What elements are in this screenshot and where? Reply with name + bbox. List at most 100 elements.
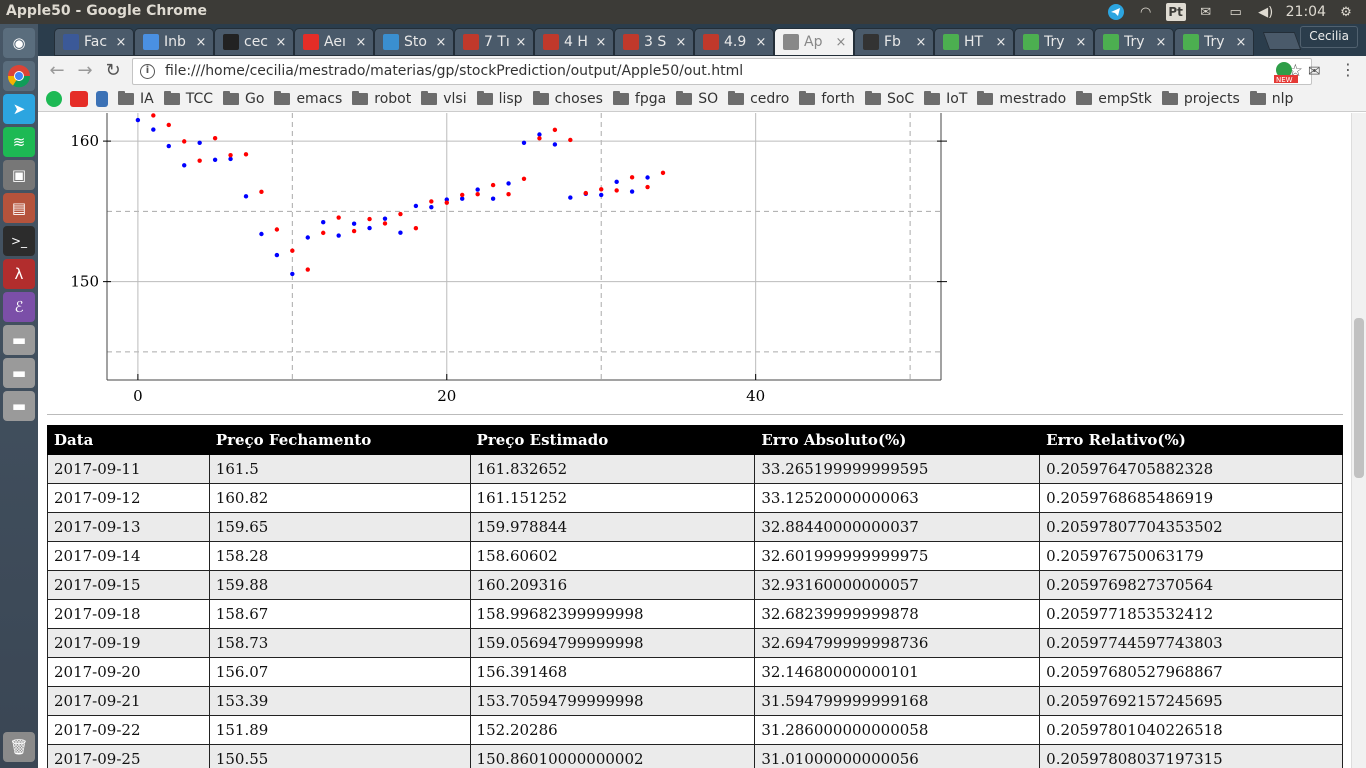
address-bar[interactable]: i file:///home/cecilia/mestrado/materias… [132, 58, 1312, 85]
folder-icon [924, 90, 941, 105]
close-tab-icon[interactable]: × [513, 35, 529, 50]
terminal-icon[interactable]: >_ [3, 226, 35, 256]
close-tab-icon[interactable]: × [673, 35, 689, 50]
racket-icon [703, 34, 719, 50]
bookmark-folder[interactable]: SO [676, 90, 718, 107]
close-tab-icon[interactable]: × [993, 35, 1009, 50]
close-tab-icon[interactable]: × [353, 35, 369, 50]
scroll-thumb[interactable] [1354, 318, 1364, 478]
extension-icon[interactable]: ✉ [1308, 62, 1321, 80]
tab[interactable]: 3 S × [614, 28, 694, 56]
folder-icon [1161, 90, 1178, 105]
close-tab-icon[interactable]: × [433, 35, 449, 50]
close-tab-icon[interactable]: × [833, 35, 849, 50]
bookmark-folder[interactable]: fpga [612, 90, 666, 107]
emacs-icon[interactable]: ℰ [3, 292, 35, 322]
new-tab-button[interactable] [1262, 32, 1302, 50]
racket-icon[interactable]: λ [3, 259, 35, 289]
trash-icon[interactable]: 🗑 [3, 732, 35, 762]
menu-icon[interactable]: ⋮ [1340, 60, 1356, 79]
table-cell: 32.601999999999975 [754, 541, 1041, 571]
spotify-bookmark-icon[interactable] [46, 90, 62, 107]
data-point [475, 192, 480, 197]
bookmark-folder[interactable]: Go [223, 90, 264, 107]
ubuntu-dash-icon[interactable]: ◉ [3, 28, 35, 58]
drive-icon[interactable]: ▬ [3, 358, 35, 388]
tab[interactable]: cec × [214, 28, 294, 56]
tab[interactable]: Try × [1174, 28, 1254, 56]
mail-icon[interactable]: ✉ [1196, 3, 1216, 21]
tab[interactable]: Fb × [854, 28, 934, 56]
clock[interactable]: 21:04 [1286, 4, 1326, 20]
separator [47, 414, 1343, 415]
telegram-icon[interactable]: ➤ [3, 94, 35, 124]
close-tab-icon[interactable]: × [113, 35, 129, 50]
close-tab-icon[interactable]: × [1233, 35, 1249, 50]
forward-button[interactable]: → [74, 61, 96, 81]
table-cell: 0.20597692157245695 [1039, 686, 1343, 716]
bookmark-folder[interactable]: emacs [274, 90, 342, 107]
close-tab-icon[interactable]: × [1153, 35, 1169, 50]
close-tab-icon[interactable]: × [273, 35, 289, 50]
tab[interactable]: Aeı × [294, 28, 374, 56]
bookmark-folder[interactable]: IoT [924, 90, 967, 107]
tab[interactable]: Try × [1014, 28, 1094, 56]
close-tab-icon[interactable]: × [753, 35, 769, 50]
tab[interactable]: Sto × [374, 28, 454, 56]
bookmark-folder[interactable]: lisp [476, 90, 523, 107]
bookmark-folder[interactable]: TCC [163, 90, 213, 107]
close-tab-icon[interactable]: × [593, 35, 609, 50]
tab[interactable]: HT × [934, 28, 1014, 56]
youtube-bookmark-icon[interactable] [70, 90, 88, 107]
bookmark-folder[interactable]: IA [118, 90, 154, 107]
tab[interactable]: Fac × [54, 28, 134, 56]
tab[interactable]: 4.9 × [694, 28, 774, 56]
table-cell: 161.832652 [469, 454, 756, 484]
tab[interactable]: 7 Tı × [454, 28, 534, 56]
extension-new-icon[interactable]: NEW [1272, 60, 1298, 84]
bookmark-folder[interactable]: vlsi [421, 90, 467, 107]
drive-icon[interactable]: ▬ [3, 325, 35, 355]
table-cell: 32.88440000000037 [754, 512, 1041, 542]
tab[interactable]: Ap × [774, 28, 854, 56]
bookmark-folder[interactable]: choses [532, 90, 603, 107]
tab[interactable]: 4 H × [534, 28, 614, 56]
profile-button[interactable]: Cecilia [1300, 26, 1358, 48]
battery-icon[interactable]: ▭ [1226, 3, 1246, 21]
close-tab-icon[interactable]: × [1073, 35, 1089, 50]
tab[interactable]: Try × [1094, 28, 1174, 56]
volume-icon[interactable]: ◀) [1256, 3, 1276, 21]
bookmark-folder[interactable]: cedro [728, 90, 789, 107]
keyboard-layout-indicator[interactable]: Pt [1165, 3, 1186, 21]
telegram-tray-icon[interactable] [1106, 3, 1126, 21]
bookmark-folder[interactable]: empStk [1076, 90, 1152, 107]
tab[interactable]: Inb × [134, 28, 214, 56]
close-tab-icon[interactable]: × [193, 35, 209, 50]
bookmark-folder[interactable]: projects [1161, 90, 1240, 107]
bookmark-folder[interactable]: forth [799, 90, 855, 107]
info-icon[interactable]: i [140, 64, 155, 79]
chrome-icon[interactable] [3, 61, 35, 91]
spotify-icon[interactable]: ≋ [3, 127, 35, 157]
stack-bookmark-icon[interactable] [96, 90, 108, 107]
data-point [568, 137, 573, 143]
screenshot-icon[interactable]: ▣ [3, 160, 35, 190]
scrollbar[interactable] [1351, 113, 1366, 768]
archive-icon[interactable]: ▤ [3, 193, 35, 223]
bookmark-folder[interactable]: SoC [864, 90, 914, 107]
tab-label: Inb [164, 34, 186, 50]
bookmark-label: forth [821, 90, 855, 107]
reload-button[interactable]: ↻ [102, 61, 124, 81]
data-point [336, 233, 341, 238]
settings-gear-icon[interactable]: ⚙ [1336, 3, 1356, 21]
wifi-icon[interactable]: ◠ [1136, 3, 1156, 21]
bookmark-folder[interactable]: nlp [1249, 90, 1294, 107]
bookmark-label: nlp [1271, 90, 1294, 107]
close-tab-icon[interactable]: × [913, 35, 929, 50]
bookmark-folder[interactable]: robot [352, 90, 411, 107]
drive-icon[interactable]: ▬ [3, 391, 35, 421]
w3-icon [1103, 34, 1119, 50]
back-button[interactable]: ← [46, 61, 68, 81]
bookmark-folder[interactable]: mestrado [977, 90, 1066, 107]
table-cell: 158.60602 [469, 541, 756, 571]
